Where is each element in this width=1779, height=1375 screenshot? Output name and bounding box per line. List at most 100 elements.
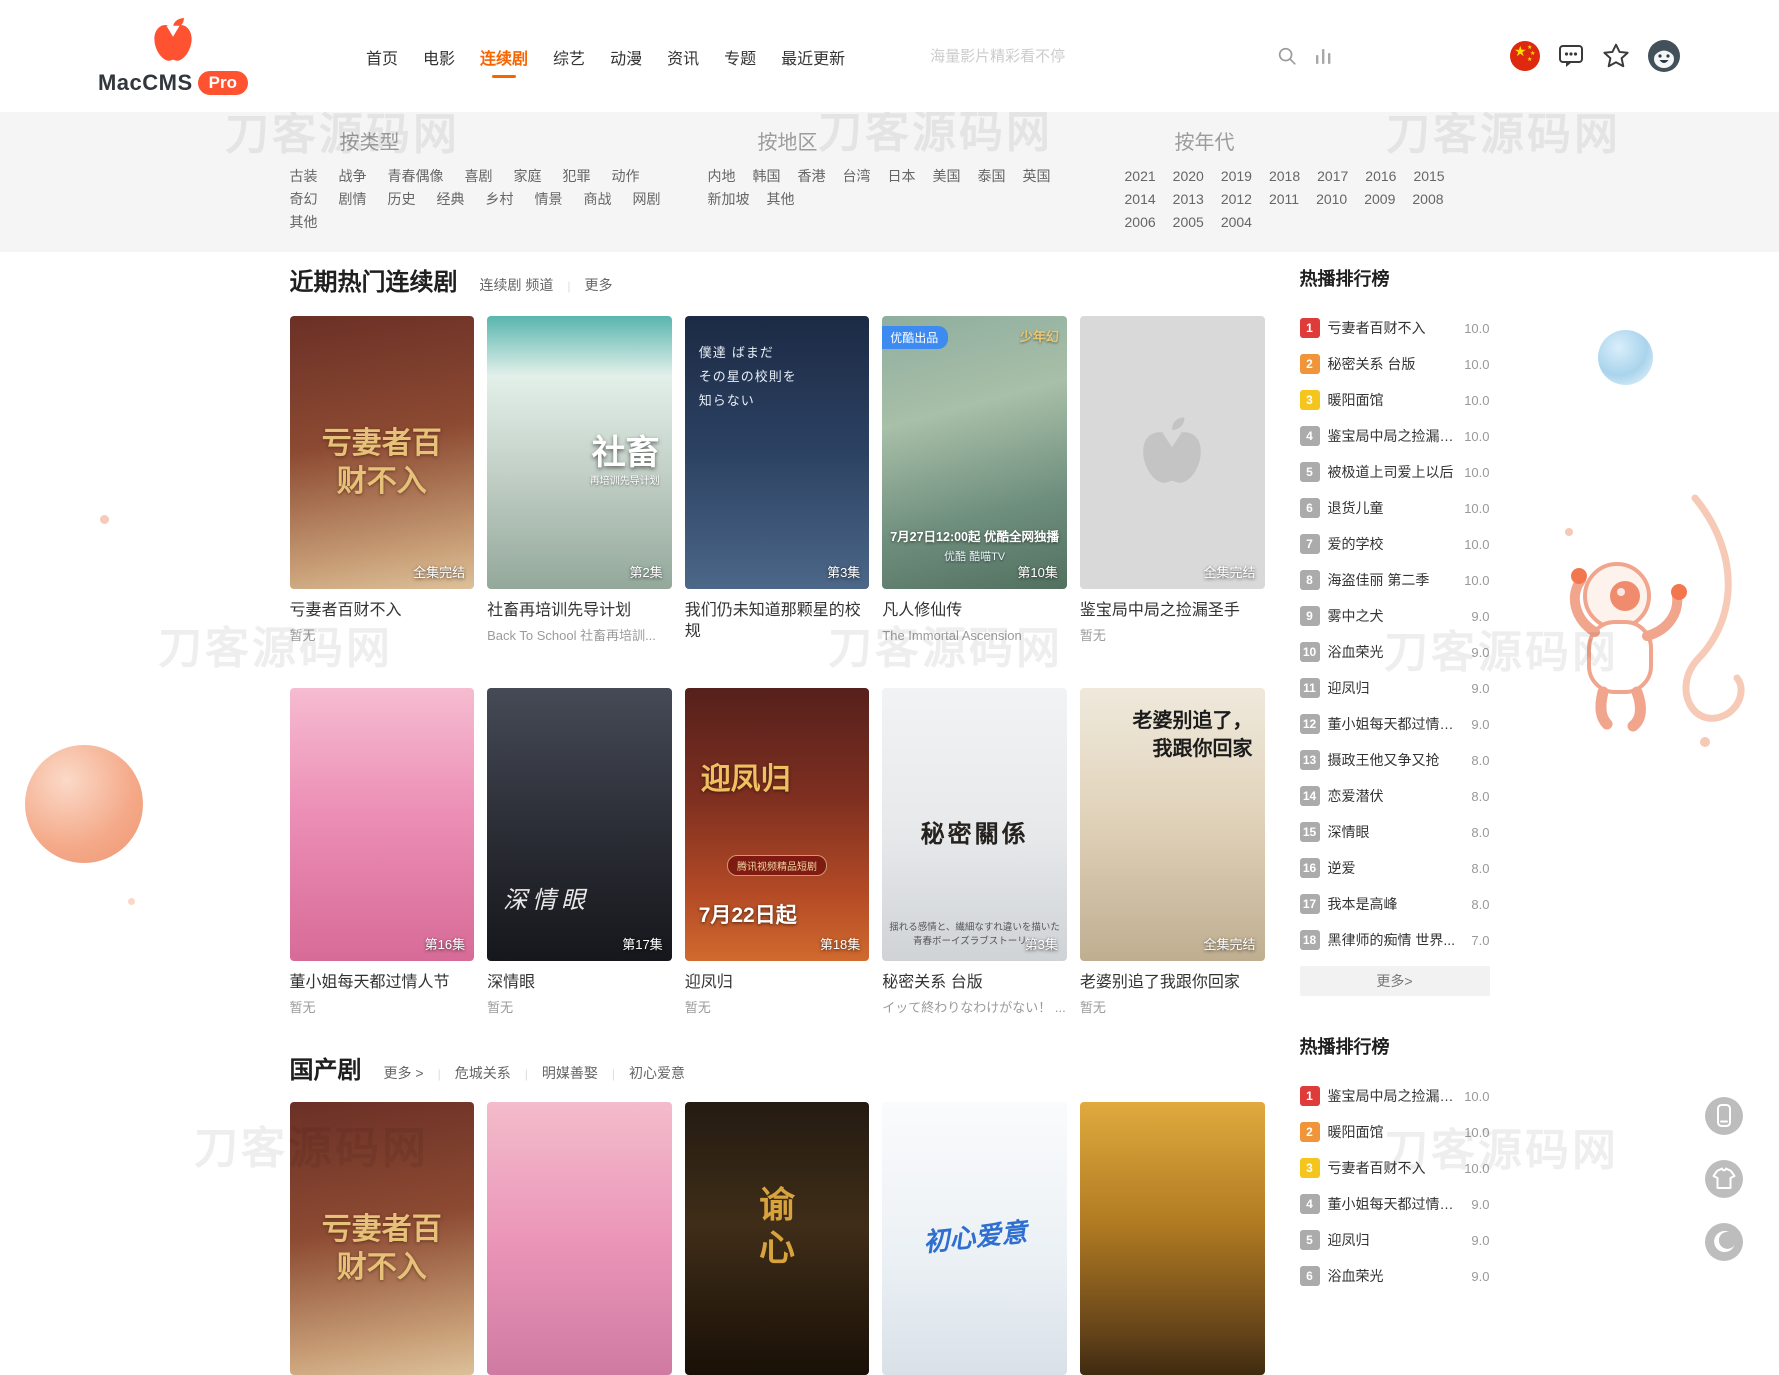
favorite-star-icon[interactable]	[1602, 42, 1630, 70]
section-link[interactable]: 危城关系	[424, 1063, 511, 1083]
filter-type-link[interactable]: 犯罪	[563, 165, 591, 188]
ranking-item[interactable]: 5 被极道上司爱上以后 10.0	[1300, 454, 1490, 490]
filter-year-link[interactable]: 2018	[1269, 165, 1300, 188]
filter-year-link[interactable]: 2008	[1412, 188, 1443, 211]
filter-year-link[interactable]: 2017	[1317, 165, 1348, 188]
filter-type-link[interactable]: 情景	[535, 188, 563, 211]
series-title[interactable]: 老婆别追了我跟你回家	[1080, 972, 1265, 993]
series-poster[interactable]: 全集完结	[1080, 316, 1265, 589]
filter-type-link[interactable]: 商战	[584, 188, 612, 211]
language-flag-icon[interactable]: ★ ★ ★ ★	[1510, 41, 1540, 71]
filter-type-link[interactable]: 古装	[290, 165, 318, 188]
filter-type-link[interactable]: 战争	[339, 165, 367, 188]
search-input[interactable]	[930, 48, 1260, 65]
user-avatar[interactable]	[1647, 39, 1681, 73]
series-poster[interactable]: 秘密關係 揺れる感情と、繊細なすれ違いを描いた 青春ボーイズラブストーリー 第3…	[882, 688, 1067, 961]
ranking-item[interactable]: 6 浴血荣光 9.0	[1300, 1258, 1490, 1294]
filter-year-link[interactable]: 2021	[1125, 165, 1156, 188]
series-poster[interactable]: 谕心	[685, 1102, 870, 1375]
filter-region-link[interactable]: 日本	[888, 165, 916, 188]
filter-year-link[interactable]: 2012	[1221, 188, 1252, 211]
ranking-item[interactable]: 1 亏妻者百财不入 10.0	[1300, 310, 1490, 346]
section-link[interactable]: 初心爱意	[598, 1063, 685, 1083]
series-title[interactable]: 秘密关系 台版	[882, 972, 1067, 993]
series-card[interactable]: 社畜 再培训先导计划 第2集 社畜再培训先导计划 Back To School …	[487, 316, 672, 664]
filter-region-link[interactable]: 韩国	[753, 165, 781, 188]
ranking-item[interactable]: 13 摄政王他又争又抢 8.0	[1300, 742, 1490, 778]
nav-item[interactable]: 综艺	[553, 45, 585, 78]
series-title[interactable]: 深情眼	[487, 972, 672, 993]
series-poster[interactable]: 僕達 ばまだ その星の校則を 知らない 第3集	[685, 316, 870, 589]
series-card[interactable]: 老婆别追了， 我跟你回家 全集完结 老婆别追了我跟你回家 暂无	[1080, 688, 1265, 1036]
series-card[interactable]: 迎凤归 腾讯视频精品短剧 7月22日起 第18集 迎凤归 暂无	[685, 688, 870, 1036]
filter-type-link[interactable]: 家庭	[514, 165, 542, 188]
series-poster[interactable]: 老婆别追了， 我跟你回家 全集完结	[1080, 688, 1265, 961]
filter-region-link[interactable]: 新加坡	[708, 188, 750, 211]
ranking-item[interactable]: 15 深情眼 8.0	[1300, 814, 1490, 850]
nav-item[interactable]: 专题	[724, 45, 756, 78]
filter-year-link[interactable]: 2006	[1125, 211, 1156, 234]
filter-year-link[interactable]: 2009	[1364, 188, 1395, 211]
filter-year-link[interactable]: 2020	[1173, 165, 1204, 188]
logo[interactable]: MacCMS Pro	[98, 17, 248, 96]
series-title[interactable]: 鉴宝局中局之捡漏圣手	[1080, 600, 1265, 621]
series-poster[interactable]: 社畜 再培训先导计划 第2集	[487, 316, 672, 589]
ranking-more-button[interactable]: 更多>	[1300, 966, 1490, 996]
nav-item[interactable]: 电影	[423, 45, 455, 78]
filter-year-link[interactable]: 2004	[1221, 211, 1252, 234]
filter-region-link[interactable]: 其他	[767, 188, 795, 211]
nav-item[interactable]: 资讯	[667, 45, 699, 78]
filter-type-link[interactable]: 喜剧	[465, 165, 493, 188]
message-icon[interactable]	[1557, 42, 1585, 70]
filter-type-link[interactable]: 奇幻	[290, 188, 318, 211]
search-icon[interactable]	[1276, 45, 1298, 67]
nav-item[interactable]: 连续剧	[480, 45, 528, 78]
series-card[interactable]: 全集完结 鉴宝局中局之捡漏圣手 暂无	[1080, 316, 1265, 664]
filter-type-link[interactable]: 乡村	[486, 188, 514, 211]
ranking-item[interactable]: 5 迎凤归 9.0	[1300, 1222, 1490, 1258]
filter-type-link[interactable]: 历史	[388, 188, 416, 211]
ranking-item[interactable]: 4 鉴宝局中局之捡漏圣手 10.0	[1300, 418, 1490, 454]
series-poster[interactable]	[1080, 1102, 1265, 1375]
ranking-item[interactable]: 2 秘密关系 台版 10.0	[1300, 346, 1490, 382]
ranking-item[interactable]: 3 暖阳面馆 10.0	[1300, 382, 1490, 418]
filter-type-link[interactable]: 剧情	[339, 188, 367, 211]
filter-type-link[interactable]: 经典	[437, 188, 465, 211]
filter-type-link[interactable]: 其他	[290, 211, 318, 234]
ranking-item[interactable]: 12 董小姐每天都过情人节 9.0	[1300, 706, 1490, 742]
series-poster[interactable]: 亏妻者百财不入	[290, 1102, 475, 1375]
filter-region-link[interactable]: 内地	[708, 165, 736, 188]
filter-type-link[interactable]: 动作	[612, 165, 640, 188]
series-card[interactable]: 优酷出品 少年幻 7月27日12:00起 优酷全网独播 优酷 酷喵TV 第10集…	[882, 316, 1067, 664]
filter-region-link[interactable]: 香港	[798, 165, 826, 188]
series-title[interactable]: 我们仍未知道那颗星的校规	[685, 600, 870, 642]
filter-type-link[interactable]: 网剧	[633, 188, 661, 211]
section-link[interactable]: 明媒善娶	[511, 1063, 598, 1083]
ranking-item[interactable]: 4 董小姐每天都过情人节 9.0	[1300, 1186, 1490, 1222]
series-card[interactable]: 亏妻者百财不入	[290, 1102, 475, 1375]
section-link[interactable]: 连续剧 频道	[480, 275, 554, 295]
theme-skin-button[interactable]	[1705, 1160, 1743, 1198]
series-card[interactable]: 亏妻者百财不入 全集完结 亏妻者百财不入 暂无	[290, 316, 475, 664]
series-poster[interactable]: 第16集	[290, 688, 475, 961]
series-card[interactable]: 僕達 ばまだ その星の校則を 知らない 第3集 我们仍未知道那颗星的校规	[685, 316, 870, 664]
filter-region-link[interactable]: 台湾	[843, 165, 871, 188]
ranking-item[interactable]: 1 鉴宝局中局之捡漏圣手 10.0	[1300, 1078, 1490, 1114]
section-link[interactable]: 更多 >	[384, 1063, 424, 1083]
filter-type-link[interactable]: 青春偶像	[388, 165, 444, 188]
series-card[interactable]: 秘密關係 揺れる感情と、繊細なすれ違いを描いた 青春ボーイズラブストーリー 第3…	[882, 688, 1067, 1036]
ranking-item[interactable]: 3 亏妻者百财不入 10.0	[1300, 1150, 1490, 1186]
series-title[interactable]: 亏妻者百财不入	[290, 600, 475, 621]
series-card[interactable]: 谕心	[685, 1102, 870, 1375]
filter-region-link[interactable]: 英国	[1023, 165, 1051, 188]
ranking-item[interactable]: 10 浴血荣光 9.0	[1300, 634, 1490, 670]
series-title[interactable]: 社畜再培训先导计划	[487, 600, 672, 621]
ranking-item[interactable]: 9 雾中之犬 9.0	[1300, 598, 1490, 634]
filter-region-link[interactable]: 泰国	[978, 165, 1006, 188]
series-title[interactable]: 董小姐每天都过情人节	[290, 972, 475, 993]
series-card[interactable]	[1080, 1102, 1265, 1375]
series-title[interactable]: 凡人修仙传	[882, 600, 1067, 621]
ranking-item[interactable]: 8 海盗佳丽 第二季 10.0	[1300, 562, 1490, 598]
series-card[interactable]: 第16集 董小姐每天都过情人节 暂无	[290, 688, 475, 1036]
nav-item[interactable]: 动漫	[610, 45, 642, 78]
